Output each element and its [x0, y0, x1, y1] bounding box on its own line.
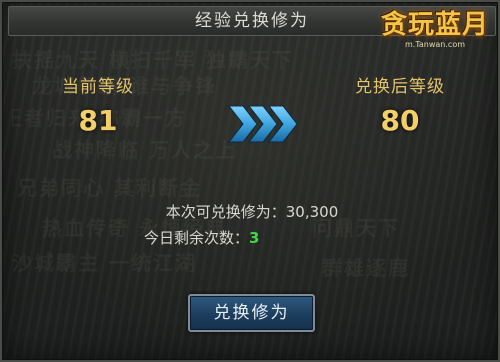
logo-name: 贪玩蓝月 — [380, 10, 489, 40]
logo-site: m.Tanwan.com — [404, 40, 465, 49]
remaining-times-line: 今日剩余次数：3 — [144, 227, 259, 248]
remaining-times-value: 3 — [249, 229, 260, 247]
remaining-times-label: 今日剩余次数： — [144, 229, 250, 247]
target-level-label: 兑换后等级 — [355, 77, 445, 97]
chevron-right-icon — [227, 105, 298, 143]
exchange-amount-value: 30,300 — [285, 203, 339, 221]
current-level-label: 当前等级 — [62, 77, 134, 97]
current-level-value: 81 — [78, 104, 118, 137]
game-logo: 贪玩蓝月 m.Tanwan.com — [376, 2, 494, 56]
exchange-dialog: 扶摇九天 横扫千军 独霸天下 龙城争霸 谁与争锋 王者归来 称霸一方 战神降临 … — [0, 0, 500, 362]
exchange-amount-line: 本次可兑换修为：30,300 — [2, 201, 500, 222]
exchange-amount-label: 本次可兑换修为： — [165, 203, 286, 221]
target-level-value: 80 — [380, 104, 420, 137]
exchange-button[interactable]: 兑换修为 — [188, 294, 315, 332]
